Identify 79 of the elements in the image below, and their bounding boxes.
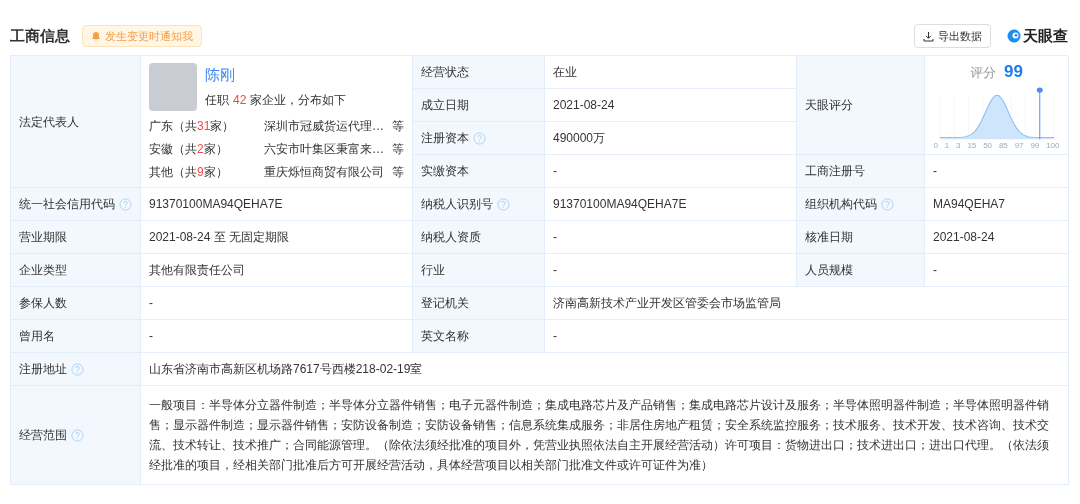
person-name-link[interactable]: 陈刚 <box>205 64 347 87</box>
field-value-cell: 91370100MA94QEHA7E <box>141 188 413 221</box>
axis-tick-label: 100 <box>1046 140 1060 151</box>
help-icon[interactable] <box>497 197 510 211</box>
field-value-cell: 济南高新技术产业开发区管委会市场监管局 <box>545 287 1069 320</box>
axis-tick-label: 0 <box>933 140 938 151</box>
section-title: 工商信息 <box>10 25 70 46</box>
more-text: 等 <box>392 163 404 181</box>
field-label-cell: 登记机关 <box>413 287 545 320</box>
field-value-cell: 2021-08-24 <box>545 89 797 122</box>
help-icon[interactable] <box>71 362 84 376</box>
field-label-cell: 英文名称 <box>413 320 545 353</box>
help-icon[interactable] <box>119 197 132 211</box>
axis-tick-label: 3 <box>956 140 961 151</box>
field-label-cell: 经营状态 <box>413 56 545 89</box>
region-count-text: 其他（共9家） <box>149 163 228 181</box>
field-value-cell: - <box>545 221 797 254</box>
field-value-cell: 其他有限责任公司 <box>141 254 413 287</box>
field-value-cell: 一般项目：半导体分立器件制造；半导体分立器件销售；电子元器件制造；集成电路芯片及产品销售；集成电路芯片设计及服务；半导体照明器件制造；半导体照明器件销售；显示器件制造；显示器件销售；安防设备制造；安防设备销售；信息系统集成服务；非居住房地产租赁；安全系统监控服务；技术服务、技术开发、技术咨询、技术交流、技术转让、技术推广；合同能源管理。（除依法须经批准的项目外，凭营业执照依法自主开展经营活动）许可项目：货物进出口；技术进出口；进出口代理。（依法须经批准的项目，经相关部门批准后方可开展经营活动，具体经营项目以相关部门批准文件或许可证件为准） <box>141 386 1069 485</box>
field-value-cell: - <box>545 254 797 287</box>
field-label-cell: 注册资本 <box>413 122 545 155</box>
positions-text: 任职 <box>205 91 229 109</box>
help-icon[interactable] <box>881 197 894 211</box>
field-value-cell: 山东省济南市高新区机场路7617号西楼218-02-19室 <box>141 353 1069 386</box>
field-label-cell: 法定代表人 <box>11 56 141 188</box>
help-icon[interactable] <box>473 131 486 145</box>
region-count-text: 安徽（共2家） <box>149 140 228 158</box>
field-value-cell: - <box>545 320 1069 353</box>
field-value-cell: - <box>545 155 797 188</box>
company-link[interactable]: 重庆烁恒商贸有限公司 <box>264 162 384 181</box>
field-label-cell: 纳税人资质 <box>413 221 545 254</box>
field-label-cell: 天眼评分 <box>797 56 925 155</box>
axis-tick-label: 50 <box>983 140 993 151</box>
company-link[interactable]: 六安市叶集区秉富来… <box>264 139 384 158</box>
axis-tick-label: 97 <box>1014 140 1024 151</box>
field-value-cell: - <box>141 320 413 353</box>
field-value-cell: - <box>925 254 1069 287</box>
axis-tick-label: 1 <box>944 140 950 151</box>
field-value-cell: 2021-08-24 <box>925 221 1069 254</box>
field-label-cell: 成立日期 <box>413 89 545 122</box>
field-label-cell: 核准日期 <box>797 221 925 254</box>
field-value-cell: 91370100MA94QEHA7E <box>545 188 797 221</box>
field-label-cell: 统一社会信用代码 <box>11 188 141 221</box>
field-value-cell: 2021-08-24 至 无固定期限 <box>141 221 413 254</box>
field-value-cell: - <box>925 155 1069 188</box>
field-value-cell: 490000万 <box>545 122 797 155</box>
field-label-cell: 组织机构代码 <box>797 188 925 221</box>
field-label-cell: 纳税人识别号 <box>413 188 545 221</box>
positions-count: 42 <box>233 91 247 109</box>
axis-tick-label: 15 <box>967 140 977 151</box>
score-value: 99 <box>1004 61 1023 84</box>
field-label-cell: 企业类型 <box>11 254 141 287</box>
score-caption: 评分 <box>970 64 997 83</box>
field-label-cell: 营业期限 <box>11 221 141 254</box>
positions-text: 家企业，分布如下 <box>250 91 347 109</box>
field-value-cell: - <box>141 287 413 320</box>
more-text: 等 <box>392 117 404 135</box>
field-label-cell: 实缴资本 <box>413 155 545 188</box>
field-label-cell: 工商注册号 <box>797 155 925 188</box>
field-label-cell: 经营范围 <box>11 386 141 485</box>
axis-tick-label: 99 <box>1030 140 1040 151</box>
field-label-cell: 曾用名 <box>11 320 141 353</box>
field-value-cell: MA94QEHA7 <box>925 188 1069 221</box>
field-label-cell: 行业 <box>413 254 545 287</box>
download-icon <box>923 30 934 42</box>
bell-icon <box>91 31 101 41</box>
axis-tick-label: 85 <box>998 140 1008 151</box>
field-value-cell: 在业 <box>545 56 797 89</box>
logo: 天眼查 <box>1007 24 1068 48</box>
company-link[interactable]: 深圳市冠威货运代理… <box>264 116 384 135</box>
more-text: 等 <box>392 140 404 158</box>
eye-logo-icon <box>1007 29 1021 43</box>
field-label-cell: 注册地址 <box>11 353 141 386</box>
export-button[interactable]: 导出数据 <box>914 24 991 48</box>
field-label-cell: 人员规模 <box>797 254 925 287</box>
region-count-text: 广东（共31家） <box>149 117 235 135</box>
field-label-cell: 参保人数 <box>11 287 141 320</box>
photo-placeholder <box>149 62 197 111</box>
help-icon[interactable] <box>71 428 84 442</box>
